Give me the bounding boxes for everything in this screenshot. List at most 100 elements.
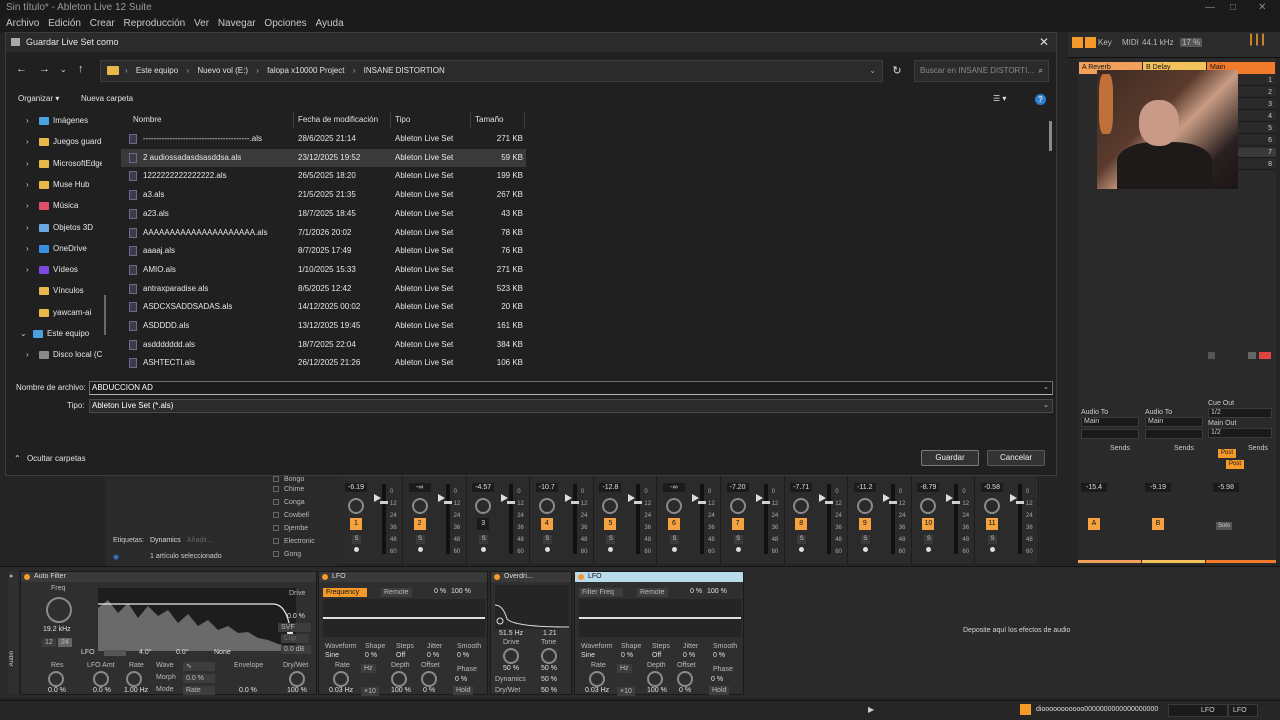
breadcrumb-project[interactable]: falopa x10000 Project — [267, 66, 344, 75]
device-on-icon[interactable] — [494, 574, 500, 580]
chevron-right-icon[interactable]: › — [26, 132, 29, 152]
file-row[interactable]: 2 audiossadasdsasddsa.als 23/12/2025 19:5… — [121, 148, 526, 167]
track-fader-handle[interactable] — [634, 501, 643, 504]
mode-select[interactable]: Rate — [183, 686, 215, 695]
chevron-right-icon[interactable]: › — [26, 345, 29, 365]
chevron-right-icon[interactable]: › — [26, 175, 29, 195]
overdrive-drive-value[interactable]: 50 % — [503, 665, 519, 672]
tree-item[interactable]: › OneDrive — [6, 239, 102, 259]
menu-opciones[interactable]: Opciones — [264, 18, 306, 29]
lfo-amount-value[interactable]: 0.0 % — [93, 687, 111, 694]
tree-item[interactable]: › Juegos guardados — [6, 132, 102, 152]
return-b-volume[interactable]: -9.19 — [1145, 483, 1171, 492]
lfo2-map-target[interactable]: Filter Freq — [579, 588, 623, 597]
chevron-down-icon[interactable]: ⌄ — [20, 324, 27, 344]
overdrive-dynamics-value[interactable]: 50 % — [541, 676, 557, 683]
filter-spectrum-display[interactable] — [98, 588, 296, 651]
lfo1-hz-button[interactable]: Hz — [361, 664, 376, 673]
device-on-icon[interactable] — [322, 574, 328, 580]
lfo2-offset-knob[interactable] — [677, 671, 693, 687]
save-button[interactable]: Guardar — [921, 450, 979, 466]
key-map-button[interactable]: Key — [1098, 38, 1112, 47]
post-button-1[interactable]: Post — [1218, 449, 1236, 458]
track-fader-handle[interactable] — [952, 501, 961, 504]
cancel-button[interactable]: Cancelar — [987, 450, 1045, 466]
lfo1-min[interactable]: 0 % — [434, 588, 446, 595]
search-icon[interactable]: ⌕ — [1039, 61, 1043, 81]
track-pan-knob[interactable] — [666, 498, 682, 514]
warning-icon[interactable] — [1020, 704, 1031, 715]
breadcrumb-insane-distortion[interactable]: INSANE DISTORTION — [364, 66, 445, 75]
track-pan-knob[interactable] — [411, 498, 428, 514]
rate-value[interactable]: 1.00 Hz — [124, 687, 148, 694]
new-folder-button[interactable]: Nueva carpeta — [81, 94, 133, 103]
main-volume[interactable]: -5.98 — [1213, 483, 1239, 492]
overdrive-filter-display[interactable] — [494, 585, 570, 629]
main-out-select[interactable]: 1/2 — [1208, 428, 1272, 438]
column-separator[interactable] — [390, 111, 391, 129]
cue-out-select[interactable]: 1/2 — [1208, 408, 1272, 418]
track-arm-icon[interactable] — [608, 547, 614, 552]
view-options-icon[interactable]: ☰ ▾ — [993, 94, 1006, 103]
return-a-volume[interactable]: -15.4 — [1081, 483, 1107, 492]
hide-folders-toggle[interactable]: ⌃ Ocultar carpetas — [14, 454, 86, 463]
track-activator-button[interactable]: 7 — [731, 518, 744, 530]
keyboard-icon[interactable] — [1085, 37, 1096, 48]
solo-button[interactable]: Solo — [1216, 522, 1232, 530]
file-row[interactable]: ASHTECTI.als 26/12/2025 21:26 Ableton Live… — [121, 354, 526, 372]
track-pan-knob[interactable] — [793, 498, 810, 514]
lfo1-offset-knob[interactable] — [421, 671, 437, 687]
device-toggle-icon[interactable]: ● — [9, 573, 13, 580]
file-row[interactable]: ----------------------------------------… — [121, 130, 526, 148]
column-date[interactable]: Fecha de modificación — [298, 115, 378, 124]
play-icon[interactable]: ▶ — [868, 705, 874, 714]
output-gain[interactable]: 0.0 dB — [281, 645, 311, 654]
track-solo-button[interactable]: S — [924, 535, 934, 544]
file-row[interactable]: 1222222222222222.als 26/5/2025 18:20 Ablet… — [121, 167, 526, 185]
clip-button[interactable]: Clip — [281, 634, 309, 643]
lfo1-shape-value[interactable]: 0 % — [365, 652, 377, 659]
track-fader-handle[interactable] — [888, 501, 897, 504]
rate-knob[interactable] — [126, 671, 142, 687]
track-fader-handle[interactable] — [570, 501, 579, 504]
help-icon[interactable]: ? — [1035, 94, 1046, 105]
track-activator-button[interactable]: 11 — [986, 518, 998, 530]
tree-item[interactable]: › Muse Hub — [6, 175, 102, 195]
return-b-extra-select[interactable] — [1145, 429, 1203, 439]
track-solo-button[interactable]: S — [352, 535, 361, 544]
file-row[interactable]: asddddddd.als 18/7/2025 22:04 Ableton Live… — [121, 336, 526, 354]
tags-add[interactable]: Añadir... — [187, 537, 213, 544]
overdrive-header[interactable]: Overdri... — [491, 572, 571, 582]
slope-12-button[interactable]: 12 — [42, 638, 56, 647]
lfo1-waveform-value[interactable]: Sine — [325, 652, 339, 659]
track-pan-knob[interactable] — [602, 498, 619, 514]
tree-item[interactable]: › Objetos 3D — [6, 218, 102, 238]
track-fader-handle[interactable] — [380, 501, 388, 504]
drive-value[interactable]: 0.0 % — [287, 613, 305, 620]
track-arm-icon[interactable] — [926, 547, 932, 552]
tree-item[interactable]: ⌄ Este equipo — [6, 324, 102, 344]
device-on-icon[interactable] — [24, 574, 30, 580]
lfo2-waveform-value[interactable]: Sine — [581, 652, 595, 659]
lfo1-depth-value[interactable]: 100 % — [391, 687, 411, 694]
overdrive-tone-value[interactable]: 50 % — [541, 665, 557, 672]
filter-type-select[interactable]: SVF — [278, 623, 311, 632]
tree-item[interactable]: Vínculos — [6, 281, 102, 301]
lfo2-depth-value[interactable]: 100 % — [647, 687, 667, 694]
breadcrumb-nuevo-vol[interactable]: Nuevo vol (E:) — [197, 66, 248, 75]
file-row[interactable]: AMIO.als 1/10/2025 15:33 Ableton Live Set 2… — [121, 261, 526, 279]
view-toggle-icon[interactable]: ┃┃┃ — [1248, 35, 1266, 46]
return-a-audio-to-select[interactable]: Main — [1081, 417, 1139, 427]
lfo2-rate-value[interactable]: 0.03 Hz — [585, 687, 609, 694]
breadcrumb-este-equipo[interactable]: Este equipo — [136, 66, 178, 75]
lfo1-offset-value[interactable]: 0 % — [423, 687, 435, 694]
track-solo-button[interactable]: S — [542, 535, 552, 544]
track-activator-button[interactable]: 8 — [795, 518, 808, 530]
lfo1-header[interactable]: LFO — [319, 572, 487, 582]
track-activator-button[interactable]: 6 — [668, 518, 680, 530]
return-a-extra-select[interactable] — [1081, 429, 1139, 439]
track-pan-knob[interactable] — [984, 498, 1000, 514]
lfo2-smooth-value[interactable]: 0 % — [713, 652, 725, 659]
overdrive-width-value[interactable]: 1.21 — [543, 630, 557, 637]
lfo-phase[interactable]: 4.0° — [139, 649, 152, 656]
